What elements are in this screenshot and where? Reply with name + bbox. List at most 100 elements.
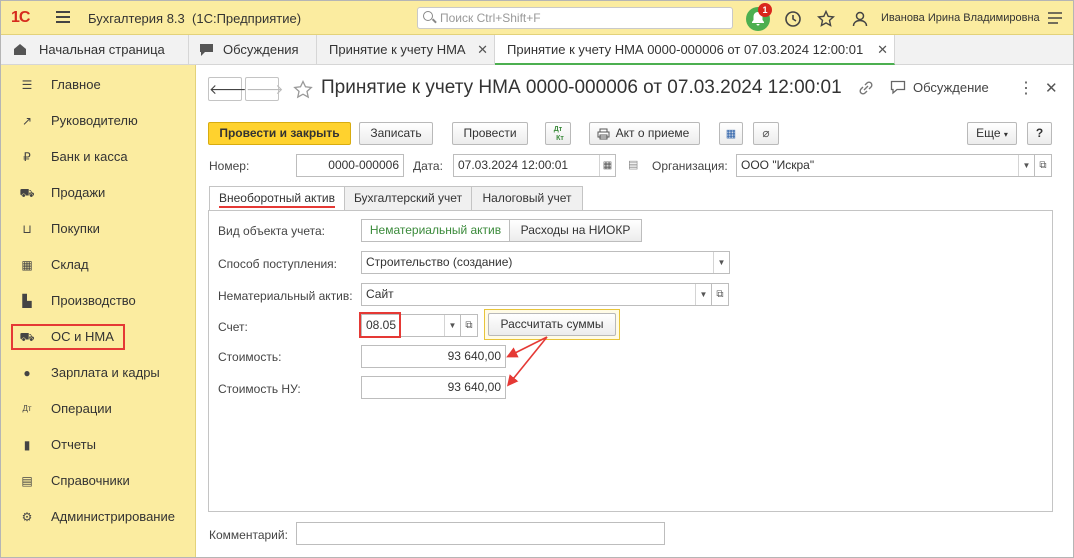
cost-label: Стоимость: <box>218 350 282 364</box>
dt-kt-icon: Дт <box>22 404 32 413</box>
date-label: Дата: <box>413 159 443 173</box>
link-icon[interactable] <box>858 80 874 96</box>
paperclip-icon: ⌀ <box>762 126 770 140</box>
print-icon <box>597 128 610 140</box>
cost-field[interactable]: 93 640,00 <box>361 345 506 368</box>
user-icon[interactable] <box>851 10 869 28</box>
arrow-left-icon: 🡐 <box>209 81 247 97</box>
sidebar-item-main[interactable]: ☰ Главное <box>11 73 191 97</box>
account-highlight-box <box>359 312 401 338</box>
sidebar-item-production[interactable]: ▙ Производство <box>11 289 191 313</box>
structure-button[interactable]: ▦ <box>719 122 743 145</box>
more-button[interactable]: Еще ▾ <box>967 122 1017 145</box>
search-input[interactable]: Поиск Ctrl+Shift+F <box>417 7 733 29</box>
receipt-method-select[interactable]: Строительство (создание) ▼ <box>361 251 730 274</box>
back-button[interactable]: 🡐 <box>208 77 247 101</box>
tab-label: Начальная страница <box>39 42 165 57</box>
favorite-star-icon[interactable] <box>293 80 313 99</box>
sidebar-item-sales[interactable]: ⛟ Продажи <box>11 181 191 205</box>
tab-home[interactable]: Начальная страница <box>1 35 189 65</box>
menu-icon: ☰ <box>21 78 33 92</box>
annotation-arrows <box>506 336 548 387</box>
main-menu-icon[interactable] <box>56 11 70 23</box>
forward-button[interactable]: 🡒 <box>245 77 284 101</box>
object-type-intangible-option[interactable]: Нематериальный актив <box>361 219 510 242</box>
search-placeholder: Поиск Ctrl+Shift+F <box>440 11 541 25</box>
comment-icon[interactable]: ▤ <box>628 158 638 171</box>
arrow-right-icon: 🡒 <box>246 81 284 97</box>
structure-icon: ▦ <box>725 128 737 140</box>
close-form-icon[interactable]: ✕ <box>1045 79 1058 97</box>
sidebar-item-reports[interactable]: ▮ Отчеты <box>11 433 191 457</box>
act-button-label: Акт о приеме <box>615 126 690 140</box>
sidebar-item-bank[interactable]: ₽ Банк и касса <box>11 145 191 169</box>
sidebar-item-warehouse[interactable]: ▦ Склад <box>11 253 191 277</box>
save-button[interactable]: Записать <box>359 122 433 145</box>
attachments-button[interactable]: ⌀ <box>753 122 779 145</box>
organization-field[interactable]: ООО "Искра" ▼ <box>736 154 1035 177</box>
open-account-button[interactable]: ⧉ <box>460 314 478 337</box>
more-label: Еще <box>976 126 1001 140</box>
calendar-icon: ▦ <box>599 155 615 176</box>
ruble-icon: ₽ <box>23 150 31 164</box>
intangible-asset-field[interactable]: Сайт ▼ <box>361 283 712 306</box>
close-tab-icon[interactable]: ✕ <box>477 35 488 64</box>
factory-icon: ▙ <box>22 294 32 308</box>
sidebar-item-manager[interactable]: ↗ Руководителю <box>11 109 191 133</box>
comment-field[interactable] <box>296 522 665 545</box>
sidebar-item-operations[interactable]: Дт Операции <box>11 397 191 421</box>
more-actions-icon[interactable]: ⋮ <box>1018 78 1034 98</box>
tab-accounting[interactable]: Бухгалтерский учет <box>344 186 472 211</box>
act-button[interactable]: Акт о приеме <box>589 122 700 145</box>
app-title: Бухгалтерия 8.3 (1С:Предприятие) <box>88 11 301 26</box>
app-name: Бухгалтерия 8.3 <box>88 11 185 26</box>
open-windows-tabbar: Начальная страница Обсуждения Принятие к… <box>1 35 1073 65</box>
open-intangible-asset-button[interactable]: ⧉ <box>711 283 729 306</box>
basket-icon: ⊔ <box>22 222 32 236</box>
post-and-close-button[interactable]: Провести и закрыть <box>208 122 351 145</box>
number-field[interactable]: 0000-000006 <box>296 154 404 177</box>
history-icon[interactable] <box>784 10 802 28</box>
tab-noncurrent-asset[interactable]: Внеоборотный актив <box>209 186 345 211</box>
discussion-link[interactable]: Обсуждение <box>913 80 989 95</box>
sidebar-item-salary[interactable]: ● Зарплата и кадры <box>11 361 191 385</box>
sidebar-item-catalogs[interactable]: ▤ Справочники <box>11 469 191 493</box>
sidebar-item-admin[interactable]: ⚙ Администрирование <box>11 505 191 529</box>
object-type-label: Вид объекта учета: <box>218 224 326 238</box>
tab-tax-accounting[interactable]: Налоговый учет <box>471 186 583 211</box>
book-icon: ▤ <box>21 474 33 488</box>
intangible-asset-label: Нематериальный актив: <box>218 289 353 303</box>
app-platform: (1С:Предприятие) <box>192 11 302 26</box>
document-title: Принятие к учету НМА 0000-000006 от 07.0… <box>321 77 842 98</box>
intangible-asset-value: Сайт <box>366 287 394 301</box>
favorites-star-icon[interactable] <box>817 10 835 28</box>
tab-nma-document[interactable]: Принятие к учету НМА 0000-000006 от 07.0… <box>495 35 895 65</box>
tab-label: Принятие к учету НМА <box>329 42 466 57</box>
object-type-rnd-option[interactable]: Расходы на НИОКР <box>509 219 642 242</box>
tab-nma-list[interactable]: Принятие к учету НМА ✕ <box>317 35 495 65</box>
post-button[interactable]: Провести <box>452 122 528 145</box>
sidebar-item-fixed-assets[interactable]: ⛟ ОС и НМА <box>11 324 125 350</box>
bar-chart-icon: ▮ <box>23 438 31 452</box>
account-label: Счет: <box>218 320 248 334</box>
home-icon <box>14 44 26 55</box>
help-button[interactable]: ? <box>1027 122 1052 145</box>
notification-badge: 1 <box>758 3 772 17</box>
dt-kt-button[interactable]: Дт Кт <box>545 122 571 145</box>
tab-discussions[interactable]: Обсуждения <box>189 35 317 65</box>
discussion-icon[interactable] <box>890 80 906 95</box>
settings-menu-icon[interactable] <box>1047 10 1063 26</box>
sidebar-item-purchases[interactable]: ⊔ Покупки <box>11 217 191 241</box>
date-field[interactable]: 07.03.2024 12:00:01 ▦ <box>453 154 616 177</box>
organization-label: Организация: <box>652 159 728 173</box>
tab-label: Принятие к учету НМА 0000-000006 от 07.0… <box>507 42 864 57</box>
chevron-down-icon: ▼ <box>444 315 460 336</box>
close-tab-icon[interactable]: ✕ <box>877 35 888 64</box>
chevron-down-icon: ▼ <box>1018 155 1034 176</box>
tax-cost-field[interactable]: 93 640,00 <box>361 376 506 399</box>
person-icon: ● <box>23 366 31 380</box>
search-icon <box>423 11 433 21</box>
user-name[interactable]: Иванова Ирина Владимировна <box>881 12 1040 24</box>
open-organization-button[interactable]: ⧉ <box>1034 154 1052 177</box>
number-label: Номер: <box>209 159 250 173</box>
